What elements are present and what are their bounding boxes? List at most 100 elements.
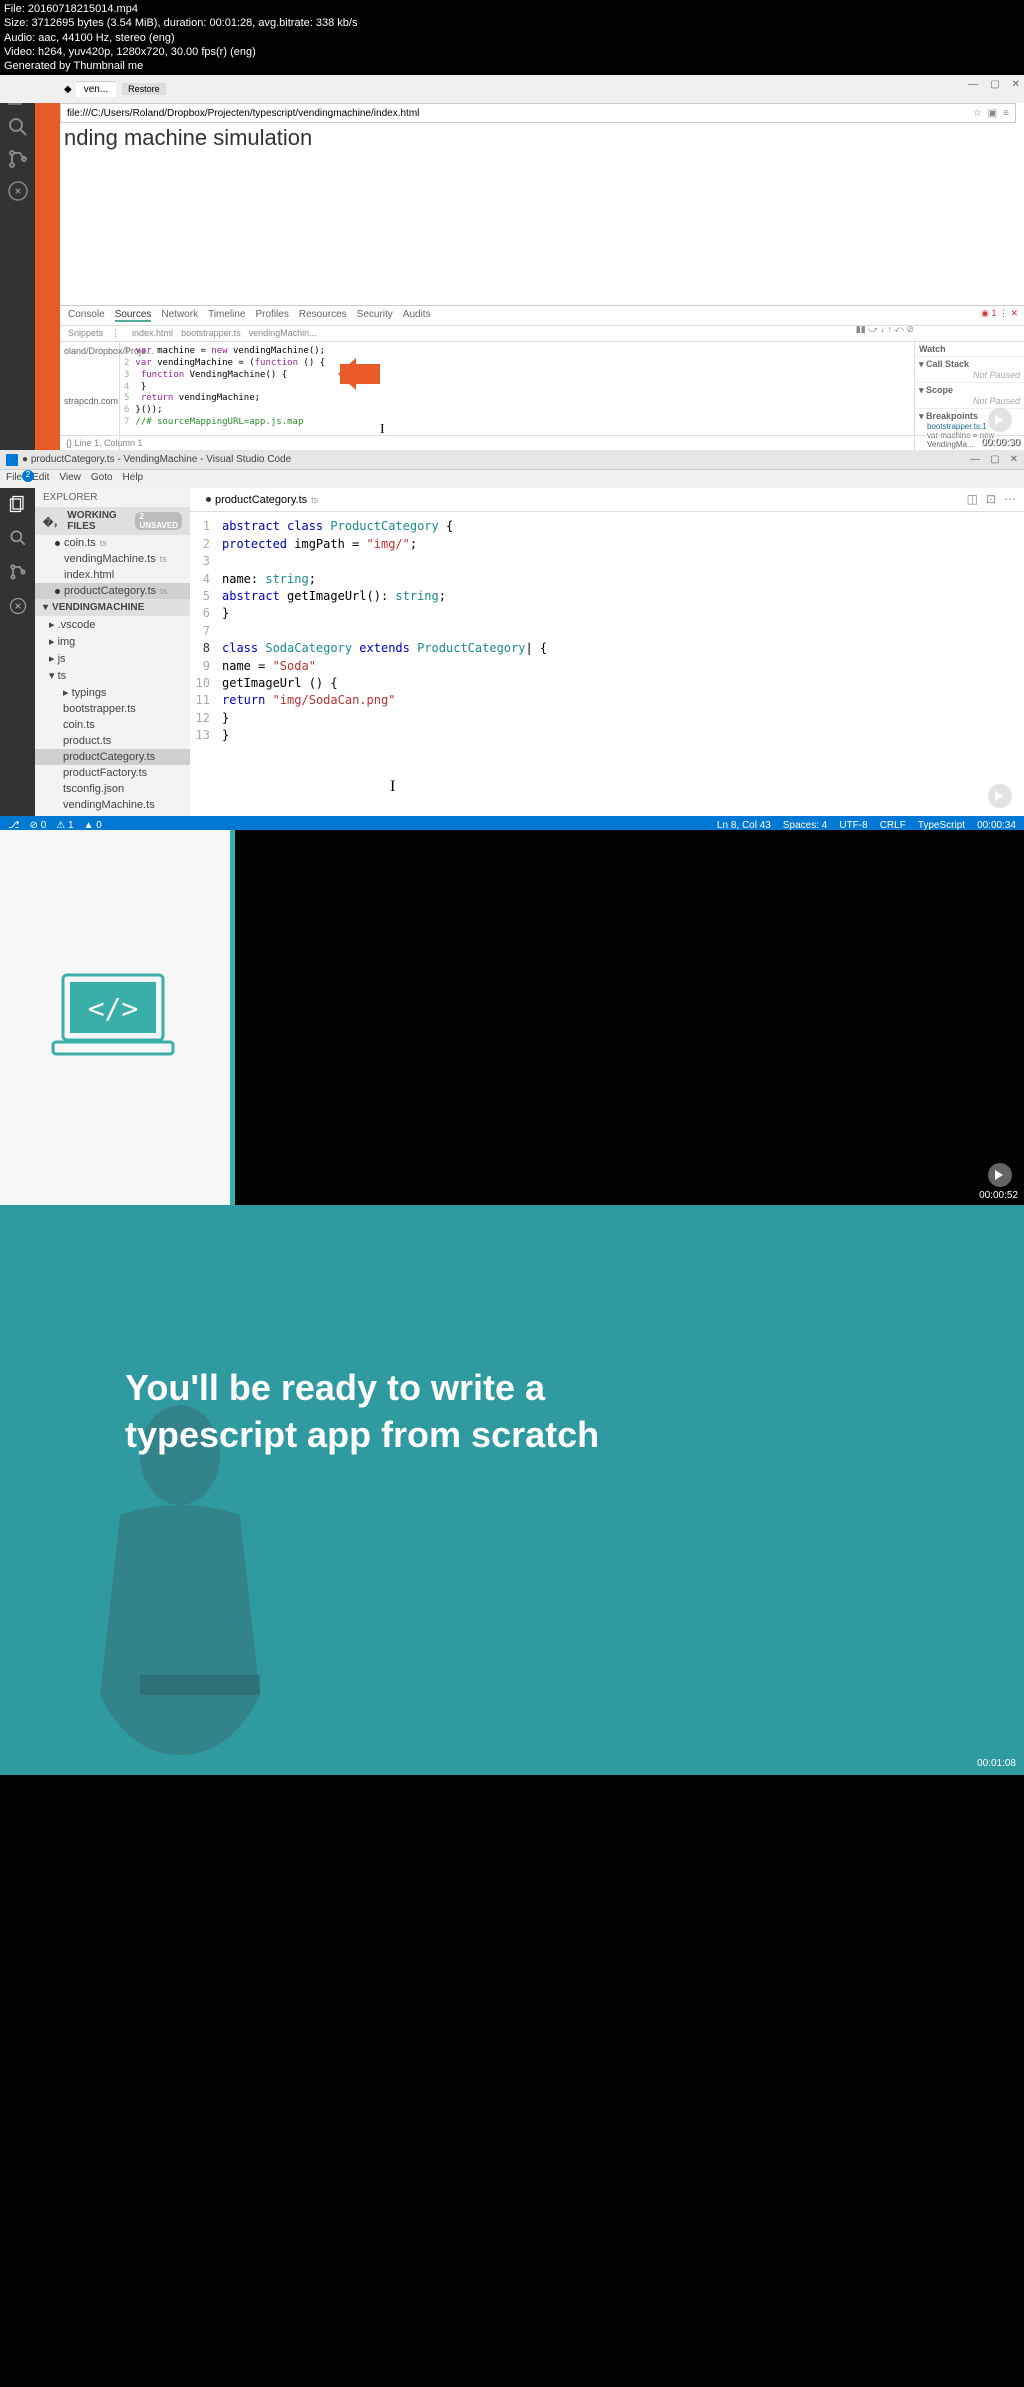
dirty-dot-icon — [206, 497, 211, 502]
tree-folder[interactable]: ▸ .vscode — [35, 616, 190, 633]
git-status-icon[interactable]: ⎇ — [8, 820, 20, 831]
restore-badge[interactable]: Restore — [122, 83, 166, 95]
tree-file[interactable]: vendingMachine.ts — [35, 797, 190, 813]
devtools-tab[interactable]: Timeline — [208, 309, 245, 322]
devtools-tab[interactable]: Console — [68, 309, 105, 322]
explorer-icon[interactable] — [8, 494, 28, 514]
working-files-header[interactable]: �，WORKING FILES 2 UNSAVED — [35, 507, 190, 535]
devtools-tab[interactable]: Network — [161, 309, 198, 322]
scope-header[interactable]: ▾ Scope — [919, 385, 1020, 396]
debug-icon[interactable] — [8, 596, 28, 616]
search-icon[interactable] — [6, 115, 30, 139]
working-file-item[interactable]: index.html — [35, 567, 190, 583]
devtools-tab[interactable]: Security — [357, 309, 393, 322]
search-icon[interactable] — [8, 528, 28, 548]
tree-folder[interactable]: ▸ js — [35, 650, 190, 667]
file-tab[interactable]: index.html — [132, 328, 173, 339]
media-video: Video: h264, yuv420p, 1280x720, 30.00 fp… — [4, 45, 1020, 59]
slide-left-panel: </> — [0, 830, 230, 1205]
status-warnings[interactable]: ⚠ 1 — [56, 820, 73, 831]
timestamp: 00:00:30 — [981, 437, 1020, 448]
media-generated: Generated by Thumbnail me — [4, 59, 1020, 73]
file-tab[interactable]: bootstrapper.ts — [181, 328, 241, 339]
minimize-icon[interactable]: — — [968, 79, 978, 90]
maximize-icon[interactable]: ▢ — [990, 79, 999, 90]
menu-help[interactable]: Help — [123, 472, 144, 486]
error-count[interactable]: ◉ 1 ⋮ ✕ — [981, 308, 1018, 319]
menu-file[interactable]: File — [6, 472, 22, 486]
project-header[interactable]: ▾ VENDINGMACHINE — [35, 599, 190, 616]
orange-overlay — [35, 75, 60, 450]
devtools-tab-sources[interactable]: Sources — [115, 309, 152, 322]
window-title: ● productCategory.ts - VendingMachine - … — [22, 454, 291, 465]
editor-tab[interactable]: productCategory.ts ts — [198, 490, 326, 510]
activity-bar: 2 — [0, 488, 35, 816]
working-file-item[interactable]: vendingMachine.ts ts — [35, 551, 190, 567]
tree-file[interactable]: index.html — [35, 813, 190, 816]
text-cursor-icon: I — [390, 778, 395, 796]
cursor-position[interactable]: Ln 8, Col 43 — [717, 820, 771, 831]
status-errors[interactable]: ⊘ 0 — [30, 820, 47, 831]
window-controls[interactable]: — ▢ ✕ — [968, 79, 1020, 90]
vscode-menubar: File Edit View Goto Help — [0, 470, 1024, 488]
tree-file[interactable]: tsconfig.json — [35, 781, 190, 797]
encoding[interactable]: UTF-8 — [839, 820, 867, 831]
menu-edit[interactable]: Edit — [32, 472, 49, 486]
devtools-tab[interactable]: Resources — [299, 309, 347, 322]
close-icon[interactable]: ✕ — [1010, 454, 1018, 465]
vscode-logo-icon — [6, 454, 18, 466]
tree-file[interactable]: coin.ts — [35, 717, 190, 733]
tree-file[interactable]: productCategory.ts — [35, 749, 190, 765]
debug-controls[interactable]: ▮▮ ⤻ ↓ ↑ ⤺ ⊘ — [856, 324, 914, 335]
snippets-tab[interactable]: Snippets — [68, 328, 103, 339]
vs-badge: ◆ — [64, 84, 72, 95]
working-file-item[interactable]: coin.ts ts — [35, 535, 190, 551]
explorer-header: EXPLORER — [35, 488, 190, 507]
address-bar[interactable]: file:///C:/Users/Roland/Dropbox/Projecte… — [60, 103, 1016, 123]
browser-tab[interactable]: ven... — [76, 81, 116, 97]
eol[interactable]: CRLF — [880, 820, 906, 831]
close-icon[interactable]: ✕ — [1012, 79, 1020, 90]
ext-icon[interactable]: ▣ — [988, 108, 997, 119]
minimize-icon[interactable]: — — [970, 454, 980, 465]
vscode-activity-bar — [0, 75, 35, 450]
language-mode[interactable]: TypeScript — [918, 820, 965, 831]
indent-setting[interactable]: Spaces: 4 — [783, 820, 827, 831]
tree-folder[interactable]: ▸ typings — [35, 684, 190, 701]
tree-folder[interactable]: ▾ ts — [35, 667, 190, 684]
menu-goto[interactable]: Goto — [91, 472, 113, 486]
menu-view[interactable]: View — [59, 472, 81, 486]
star-icon[interactable]: ☆ — [973, 108, 982, 119]
callstack-header[interactable]: ▾ Call Stack — [919, 359, 1020, 370]
debug-icon[interactable] — [6, 179, 30, 203]
svg-text:</>: </> — [88, 992, 139, 1025]
tree-folder[interactable]: ▸ img — [35, 633, 190, 650]
file-tab[interactable]: vendingMachin... — [249, 328, 317, 339]
code-editor[interactable]: 1abstract class ProductCategory {2 prote… — [190, 512, 1024, 750]
laptop-code-icon: </> — [48, 970, 178, 1060]
git-icon[interactable] — [6, 147, 30, 171]
split-icon[interactable]: ◫ — [967, 492, 978, 506]
tree-file[interactable]: bootstrapper.ts — [35, 701, 190, 717]
menu-icon[interactable]: ≡ — [1003, 108, 1009, 119]
devtools-status: {} Line 1, Column 1 — [60, 435, 1024, 450]
slide-laptop: </> 00:00:52 — [0, 830, 1024, 1205]
url-text: file:///C:/Users/Roland/Dropbox/Projecte… — [67, 108, 419, 119]
git-icon[interactable] — [8, 562, 28, 582]
media-file: File: 20160718215014.mp4 — [4, 2, 1020, 16]
devtools-tab[interactable]: Audits — [403, 309, 431, 322]
more-icon[interactable]: ⊡ — [986, 492, 996, 506]
tree-file[interactable]: product.ts — [35, 733, 190, 749]
watch-header[interactable]: Watch — [919, 344, 1020, 354]
tree-file[interactable]: productFactory.ts — [35, 765, 190, 781]
working-file-item[interactable]: productCategory.ts ts — [35, 583, 190, 599]
maximize-icon[interactable]: ▢ — [990, 454, 999, 465]
devtools-tab[interactable]: Profiles — [256, 309, 289, 322]
overflow-icon[interactable]: ⋯ — [1004, 492, 1016, 506]
slide-right-panel: 00:00:52 — [230, 830, 1024, 1205]
slide-teal: You'll be ready to write a typescript ap… — [0, 1205, 1024, 1775]
browser-screenshot: ◆ ven... Restore — ▢ ✕ file:///C:/Users/… — [0, 75, 1024, 450]
chrome-devtools: Console Sources Network Timeline Profile… — [60, 305, 1024, 450]
play-button[interactable] — [988, 1163, 1012, 1187]
status-info[interactable]: ▲ 0 — [84, 820, 102, 831]
